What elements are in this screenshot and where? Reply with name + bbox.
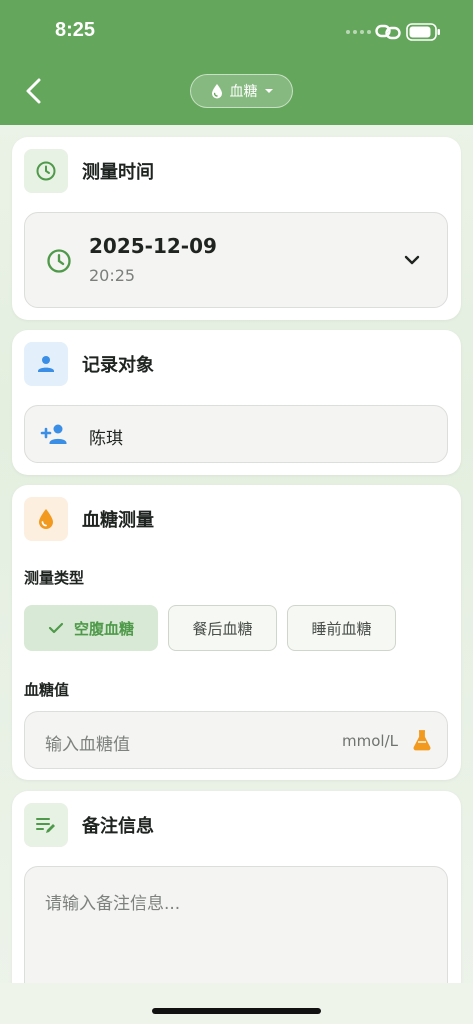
glucose-value-input[interactable]: 输入血糖值 bbox=[45, 730, 130, 755]
record-type-label: 血糖 bbox=[229, 84, 258, 100]
glucose-measurement-card: 血糖测量 测量类型 空腹血糖 餐后血糖 睡前血糖 血糖值 输入血糖值 mmol/… bbox=[12, 485, 461, 780]
notes-card: 备注信息 请输入备注信息... bbox=[12, 791, 461, 1016]
home-indicator bbox=[152, 1008, 321, 1014]
person-icon bbox=[38, 356, 54, 372]
bottom-safe-area bbox=[0, 983, 473, 1024]
app-header: 8:25 血糖 bbox=[0, 0, 473, 125]
link-icon bbox=[375, 24, 401, 40]
measure-type-label: 测量类型 bbox=[24, 569, 85, 587]
drop-icon-box bbox=[24, 497, 68, 541]
record-subject-title: 记录对象 bbox=[82, 355, 154, 376]
unit-label: mmol/L bbox=[342, 732, 398, 750]
clock-icon bbox=[47, 249, 71, 273]
fasting-glucose-chip[interactable]: 空腹血糖 bbox=[24, 605, 158, 651]
chevron-down-icon bbox=[404, 255, 420, 265]
fasting-glucose-label: 空腹血糖 bbox=[73, 619, 134, 638]
status-time: 8:25 bbox=[55, 19, 96, 41]
subject-selector[interactable]: 陈琪 bbox=[24, 405, 448, 463]
glucose-measurement-title: 血糖测量 bbox=[82, 510, 154, 531]
glucose-value-label: 血糖值 bbox=[24, 681, 70, 699]
drop-icon bbox=[211, 84, 222, 99]
bedtime-glucose-label: 睡前血糖 bbox=[311, 619, 372, 638]
clock-icon bbox=[36, 161, 56, 181]
edit-notes-icon bbox=[36, 818, 55, 833]
glucose-value-field[interactable]: 输入血糖值 mmol/L bbox=[24, 711, 448, 769]
postprandial-glucose-chip[interactable]: 餐后血糖 bbox=[168, 605, 277, 651]
signal-icon bbox=[346, 30, 371, 34]
drop-icon bbox=[39, 509, 53, 529]
record-type-selector[interactable]: 血糖 bbox=[190, 74, 293, 108]
flask-icon bbox=[413, 730, 431, 751]
back-icon[interactable] bbox=[22, 77, 46, 105]
person-icon-box bbox=[24, 342, 68, 386]
add-person-icon bbox=[40, 424, 67, 444]
time-value: 20:25 bbox=[89, 266, 136, 285]
notes-icon-box bbox=[24, 803, 68, 847]
battery-icon bbox=[406, 23, 440, 41]
record-subject-card: 记录对象 陈琪 bbox=[12, 330, 461, 475]
date-value: 2025-12-09 bbox=[89, 234, 217, 258]
subject-name: 陈琪 bbox=[89, 429, 123, 449]
datetime-picker[interactable]: 2025-12-09 20:25 bbox=[24, 212, 448, 308]
notes-placeholder: 请输入备注信息... bbox=[45, 894, 181, 914]
caret-down-icon bbox=[264, 89, 273, 93]
check-icon bbox=[48, 622, 64, 634]
bedtime-glucose-chip[interactable]: 睡前血糖 bbox=[287, 605, 396, 651]
clock-icon-box bbox=[24, 149, 68, 193]
notes-title: 备注信息 bbox=[82, 816, 154, 837]
measurement-time-title: 测量时间 bbox=[82, 162, 154, 183]
measurement-time-card: 测量时间 2025-12-09 20:25 bbox=[12, 137, 461, 320]
postprandial-glucose-label: 餐后血糖 bbox=[192, 619, 253, 638]
